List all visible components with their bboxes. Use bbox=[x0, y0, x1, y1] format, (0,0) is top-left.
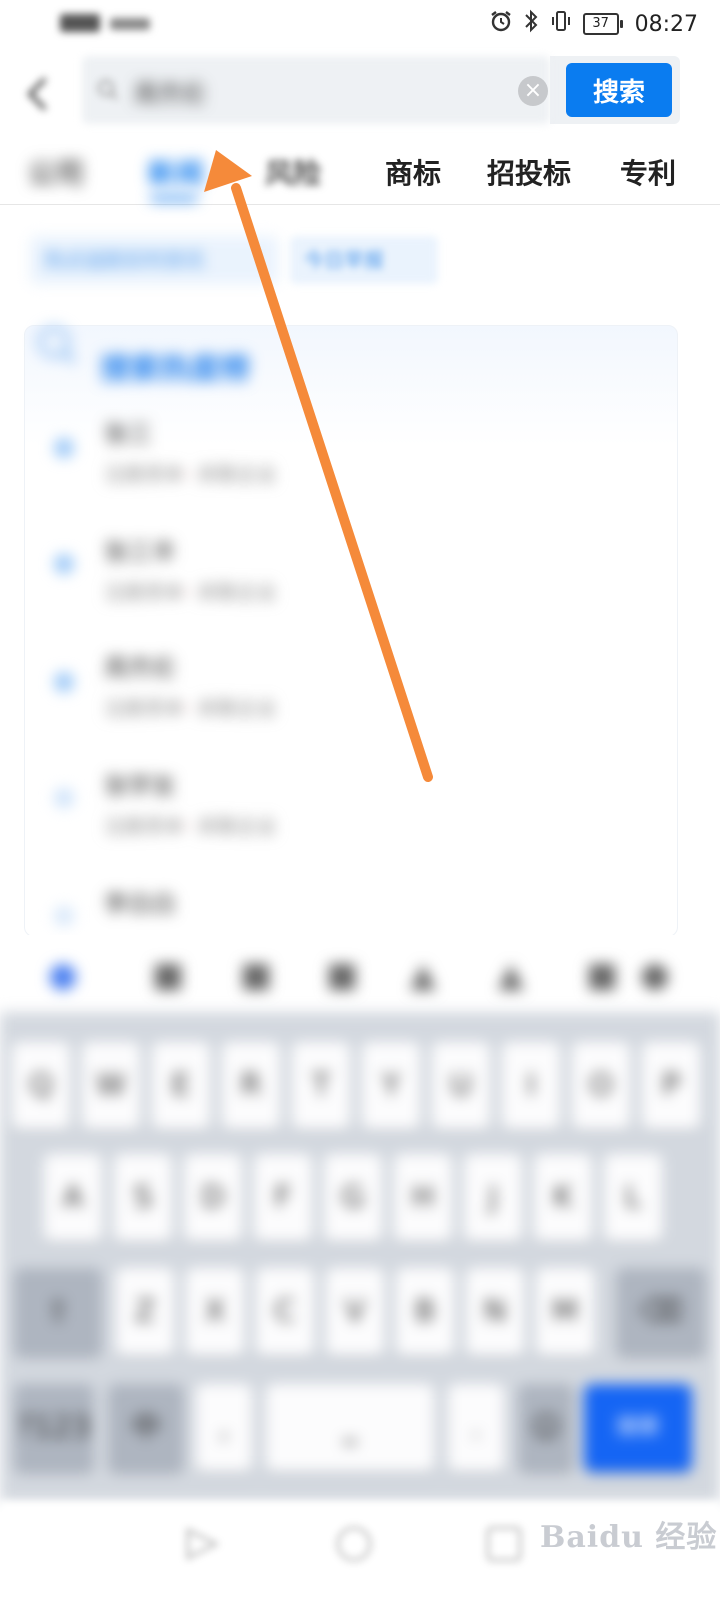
rank-icon bbox=[54, 554, 74, 574]
search-icon bbox=[96, 78, 120, 102]
status-icons: 37 08:27 bbox=[489, 9, 698, 39]
rank-icon bbox=[54, 672, 74, 692]
settings-icon[interactable]: ● bbox=[640, 955, 670, 995]
key-c[interactable]: C bbox=[256, 1268, 314, 1356]
clear-icon[interactable]: × bbox=[518, 76, 548, 106]
meta-suffix: 关联企业 bbox=[196, 580, 277, 604]
key-a[interactable]: A bbox=[44, 1154, 102, 1242]
key-p[interactable]: P bbox=[642, 1042, 700, 1130]
meta-highlight: · bbox=[184, 696, 191, 720]
hot-item-name[interactable]: 张三丰 bbox=[104, 532, 176, 567]
tab-trademark[interactable]: 商标 bbox=[385, 152, 441, 192]
key-k[interactable]: K bbox=[534, 1154, 592, 1242]
back-button[interactable] bbox=[18, 72, 58, 116]
rank-icon bbox=[54, 438, 74, 458]
tab-patent[interactable]: 专利 bbox=[620, 152, 676, 192]
enter-key[interactable]: 搜索 bbox=[584, 1384, 692, 1472]
backspace-key[interactable]: ⌫ bbox=[616, 1268, 706, 1356]
nav-recents-icon[interactable] bbox=[482, 1522, 526, 1570]
key-g[interactable]: G bbox=[324, 1154, 382, 1242]
clipboard-icon[interactable]: ■ bbox=[240, 955, 272, 995]
more-icon[interactable]: ■ bbox=[586, 955, 618, 995]
key-e[interactable]: E bbox=[152, 1042, 210, 1130]
tab-news[interactable]: 新闻 bbox=[148, 152, 204, 192]
hot-item-name[interactable]: 周杰伦 bbox=[104, 648, 176, 683]
key-i[interactable]: I bbox=[502, 1042, 560, 1130]
key-z[interactable]: Z bbox=[116, 1268, 174, 1356]
signal-icon bbox=[60, 12, 160, 34]
rank-icon bbox=[54, 906, 74, 926]
alarm-icon bbox=[489, 9, 513, 39]
translate-icon[interactable]: ▲ bbox=[410, 955, 436, 995]
category-tabs bbox=[0, 140, 720, 205]
hot-item-meta: 注册资本· 关联企业 bbox=[104, 458, 277, 487]
key-v[interactable]: V bbox=[326, 1268, 384, 1356]
handwriting-icon[interactable]: ■ bbox=[326, 955, 358, 995]
hot-item-name[interactable]: 张三 bbox=[104, 414, 152, 449]
key-u[interactable]: U bbox=[432, 1042, 490, 1130]
key-f[interactable]: F bbox=[254, 1154, 312, 1242]
tab-risk[interactable]: 风险 bbox=[265, 152, 321, 192]
topic-chip[interactable]: 今日早报 bbox=[290, 236, 438, 284]
clock-time: 08:27 bbox=[634, 11, 698, 37]
hot-item-name[interactable]: 李白白 bbox=[104, 884, 176, 919]
virtual-keyboard: QWERTYUIOP ASDFGHJKL ZXCVBNM ⇧ ⌫ ?123 中 … bbox=[0, 1012, 720, 1502]
rank-icon bbox=[54, 788, 74, 808]
meta-suffix: 关联企业 bbox=[196, 462, 277, 486]
emoji-key[interactable]: ☺ bbox=[518, 1384, 574, 1472]
theme-icon[interactable]: ▲ bbox=[498, 955, 524, 995]
hot-search-title: 搜索热度榜 bbox=[100, 352, 250, 387]
status-bar: 37 08:27 bbox=[0, 0, 720, 48]
meta-prefix: 注册资本 bbox=[104, 462, 184, 486]
period-key[interactable]: . bbox=[448, 1384, 504, 1472]
shift-key[interactable]: ⇧ bbox=[14, 1268, 102, 1356]
tab-bidding[interactable]: 招投标 bbox=[487, 152, 571, 192]
key-d[interactable]: D bbox=[184, 1154, 242, 1242]
topic-chip[interactable]: 热点追踪实时资讯 bbox=[30, 236, 278, 284]
meta-highlight: · bbox=[184, 814, 191, 838]
meta-prefix: 注册资本 bbox=[104, 814, 184, 838]
meta-prefix: 注册资本 bbox=[104, 580, 184, 604]
key-o[interactable]: O bbox=[572, 1042, 630, 1130]
hot-item-meta: 注册资本· 关联企业 bbox=[104, 692, 277, 721]
search-button[interactable]: 搜索 bbox=[566, 63, 672, 117]
bluetooth-icon bbox=[523, 9, 539, 39]
voice-icon[interactable]: ● bbox=[48, 955, 78, 995]
key-x[interactable]: X bbox=[186, 1268, 244, 1356]
meta-suffix: 关联企业 bbox=[196, 696, 277, 720]
key-s[interactable]: S bbox=[114, 1154, 172, 1242]
tab-company[interactable]: 公司 bbox=[28, 152, 84, 192]
key-q[interactable]: Q bbox=[12, 1042, 70, 1130]
hot-item-meta: 注册资本· 关联企业 bbox=[104, 576, 277, 605]
nav-back-icon[interactable] bbox=[180, 1522, 224, 1570]
watermark-logo: Baidu 经验 bbox=[540, 1520, 718, 1555]
hot-search-icon bbox=[30, 320, 90, 370]
key-r[interactable]: R bbox=[222, 1042, 280, 1130]
key-m[interactable]: M bbox=[536, 1268, 594, 1356]
meta-highlight: · bbox=[184, 462, 191, 486]
key-w[interactable]: W bbox=[82, 1042, 140, 1130]
search-input[interactable]: 周杰伦 bbox=[134, 74, 206, 109]
comma-key[interactable]: , bbox=[196, 1384, 252, 1472]
symbol-key[interactable]: ?123 bbox=[14, 1384, 94, 1472]
key-l[interactable]: L bbox=[604, 1154, 662, 1242]
emoji-icon[interactable]: ■ bbox=[152, 955, 184, 995]
key-t[interactable]: T bbox=[292, 1042, 350, 1130]
key-y[interactable]: Y bbox=[362, 1042, 420, 1130]
hot-item-name[interactable]: 张学友 bbox=[104, 766, 176, 801]
key-j[interactable]: J bbox=[464, 1154, 522, 1242]
battery-icon: 37 bbox=[582, 13, 623, 35]
key-n[interactable]: N bbox=[466, 1268, 524, 1356]
key-h[interactable]: H bbox=[394, 1154, 452, 1242]
active-tab-indicator bbox=[150, 196, 198, 201]
meta-prefix: 注册资本 bbox=[104, 696, 184, 720]
nav-home-icon[interactable] bbox=[332, 1522, 376, 1570]
space-key[interactable]: ⎵ bbox=[266, 1384, 434, 1472]
vibrate-icon bbox=[549, 9, 573, 39]
language-key[interactable]: 中 bbox=[108, 1384, 184, 1472]
meta-highlight: · bbox=[184, 580, 191, 604]
hot-item-meta: 注册资本· 关联企业 bbox=[104, 810, 277, 839]
key-b[interactable]: B bbox=[396, 1268, 454, 1356]
meta-suffix: 关联企业 bbox=[196, 814, 277, 838]
